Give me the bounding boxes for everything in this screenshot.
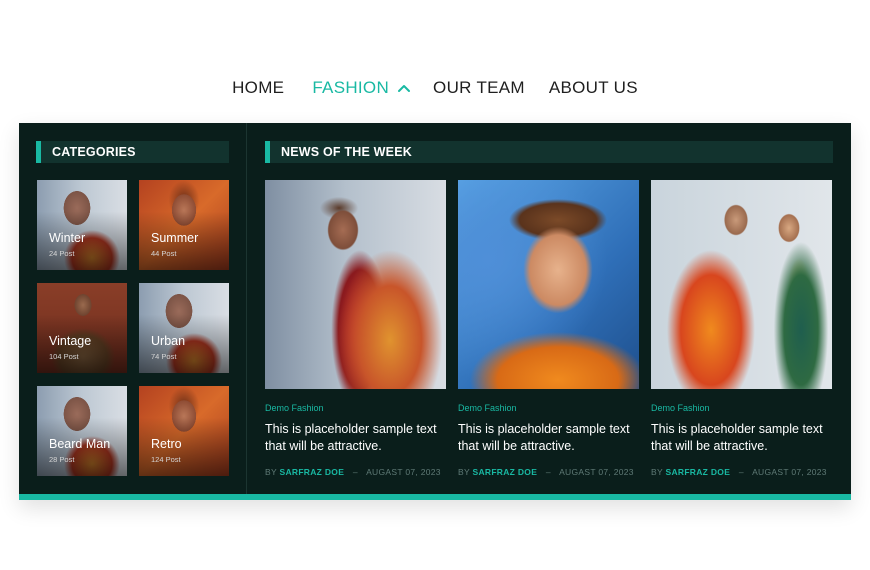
- category-title: Vintage: [49, 334, 92, 348]
- category-tile-vintage[interactable]: Vintage 104 Post: [37, 283, 127, 373]
- news-card-title[interactable]: This is placeholder sample text that wil…: [458, 421, 639, 455]
- nav-our-team-label: OUR TEAM: [433, 78, 525, 97]
- nav-about-us[interactable]: ABOUT US: [549, 78, 638, 98]
- meta-separator: –: [738, 467, 744, 477]
- category-tile-retro[interactable]: Retro 124 Post: [139, 386, 229, 476]
- category-title: Beard Man: [49, 437, 111, 451]
- meta-separator: –: [352, 467, 358, 477]
- category-tile-summer[interactable]: Summer 44 Post: [139, 180, 229, 270]
- categories-header: CATEGORIES: [36, 141, 229, 163]
- news-card-title[interactable]: This is placeholder sample text that wil…: [265, 421, 446, 455]
- nav-about-us-label: ABOUT US: [548, 78, 638, 97]
- categories-heading: CATEGORIES: [52, 145, 136, 159]
- category-post-count: 104 Post: [49, 352, 79, 361]
- nav-fashion[interactable]: FASHION: [312, 78, 411, 98]
- news-card-category[interactable]: Demo Fashion: [265, 403, 446, 413]
- news-card: Demo Fashion This is placeholder sample …: [458, 180, 639, 477]
- fashion-mega-menu: CATEGORIES NEWS OF THE WEEK Winter 24 Po…: [19, 123, 851, 500]
- news-card: Demo Fashion This is placeholder sample …: [651, 180, 832, 477]
- news-card-category[interactable]: Demo Fashion: [651, 403, 832, 413]
- column-divider: [246, 123, 247, 494]
- news-header: NEWS OF THE WEEK: [265, 141, 833, 163]
- news-card-image[interactable]: [651, 180, 832, 389]
- news-card-category[interactable]: Demo Fashion: [458, 403, 639, 413]
- category-title: Summer: [151, 231, 199, 245]
- news-card-meta: BY SARFRAZ DOE – AUGAST 07, 2023: [265, 467, 446, 477]
- meta-by: BY: [651, 467, 663, 477]
- news-card-date: AUGAST 07, 2023: [752, 467, 827, 477]
- header-accent-bar: [36, 141, 41, 163]
- news-card-author[interactable]: SARFRAZ DOE: [279, 467, 344, 477]
- news-card-author[interactable]: SARFRAZ DOE: [665, 467, 730, 477]
- news-card-date: AUGAST 07, 2023: [366, 467, 441, 477]
- category-post-count: 28 Post: [49, 455, 75, 464]
- category-post-count: 124 Post: [151, 455, 181, 464]
- category-post-count: 24 Post: [49, 249, 75, 258]
- main-nav: HOME FASHION OUR TEAM ABOUT US: [0, 78, 870, 98]
- news-card-title[interactable]: This is placeholder sample text that wil…: [651, 421, 832, 455]
- chevron-up-icon: [398, 85, 411, 92]
- nav-our-team[interactable]: OUR TEAM: [433, 78, 525, 98]
- category-post-count: 44 Post: [151, 249, 177, 258]
- news-card-meta: BY SARFRAZ DOE – AUGAST 07, 2023: [458, 467, 639, 477]
- news-heading: NEWS OF THE WEEK: [281, 145, 412, 159]
- category-title: Winter: [49, 231, 86, 245]
- news-card-image[interactable]: [265, 180, 446, 389]
- news-card-author[interactable]: SARFRAZ DOE: [472, 467, 537, 477]
- category-title: Urban: [151, 334, 186, 348]
- header-accent-bar: [265, 141, 270, 163]
- category-title: Retro: [151, 437, 182, 451]
- meta-separator: –: [545, 467, 551, 477]
- news-card-date: AUGAST 07, 2023: [559, 467, 634, 477]
- category-tile-urban[interactable]: Urban 74 Post: [139, 283, 229, 373]
- news-card-meta: BY SARFRAZ DOE – AUGAST 07, 2023: [651, 467, 832, 477]
- meta-by: BY: [265, 467, 277, 477]
- meta-by: BY: [458, 467, 470, 477]
- news-card-image[interactable]: [458, 180, 639, 389]
- category-tile-beard-man[interactable]: Beard Man 28 Post: [37, 386, 127, 476]
- nav-home-label: HOME: [232, 78, 285, 97]
- nav-home[interactable]: HOME: [232, 78, 284, 98]
- nav-fashion-label: FASHION: [312, 78, 390, 97]
- panel-accent-bar: [19, 494, 851, 500]
- category-tile-winter[interactable]: Winter 24 Post: [37, 180, 127, 270]
- category-post-count: 74 Post: [151, 352, 177, 361]
- news-card: Demo Fashion This is placeholder sample …: [265, 180, 446, 477]
